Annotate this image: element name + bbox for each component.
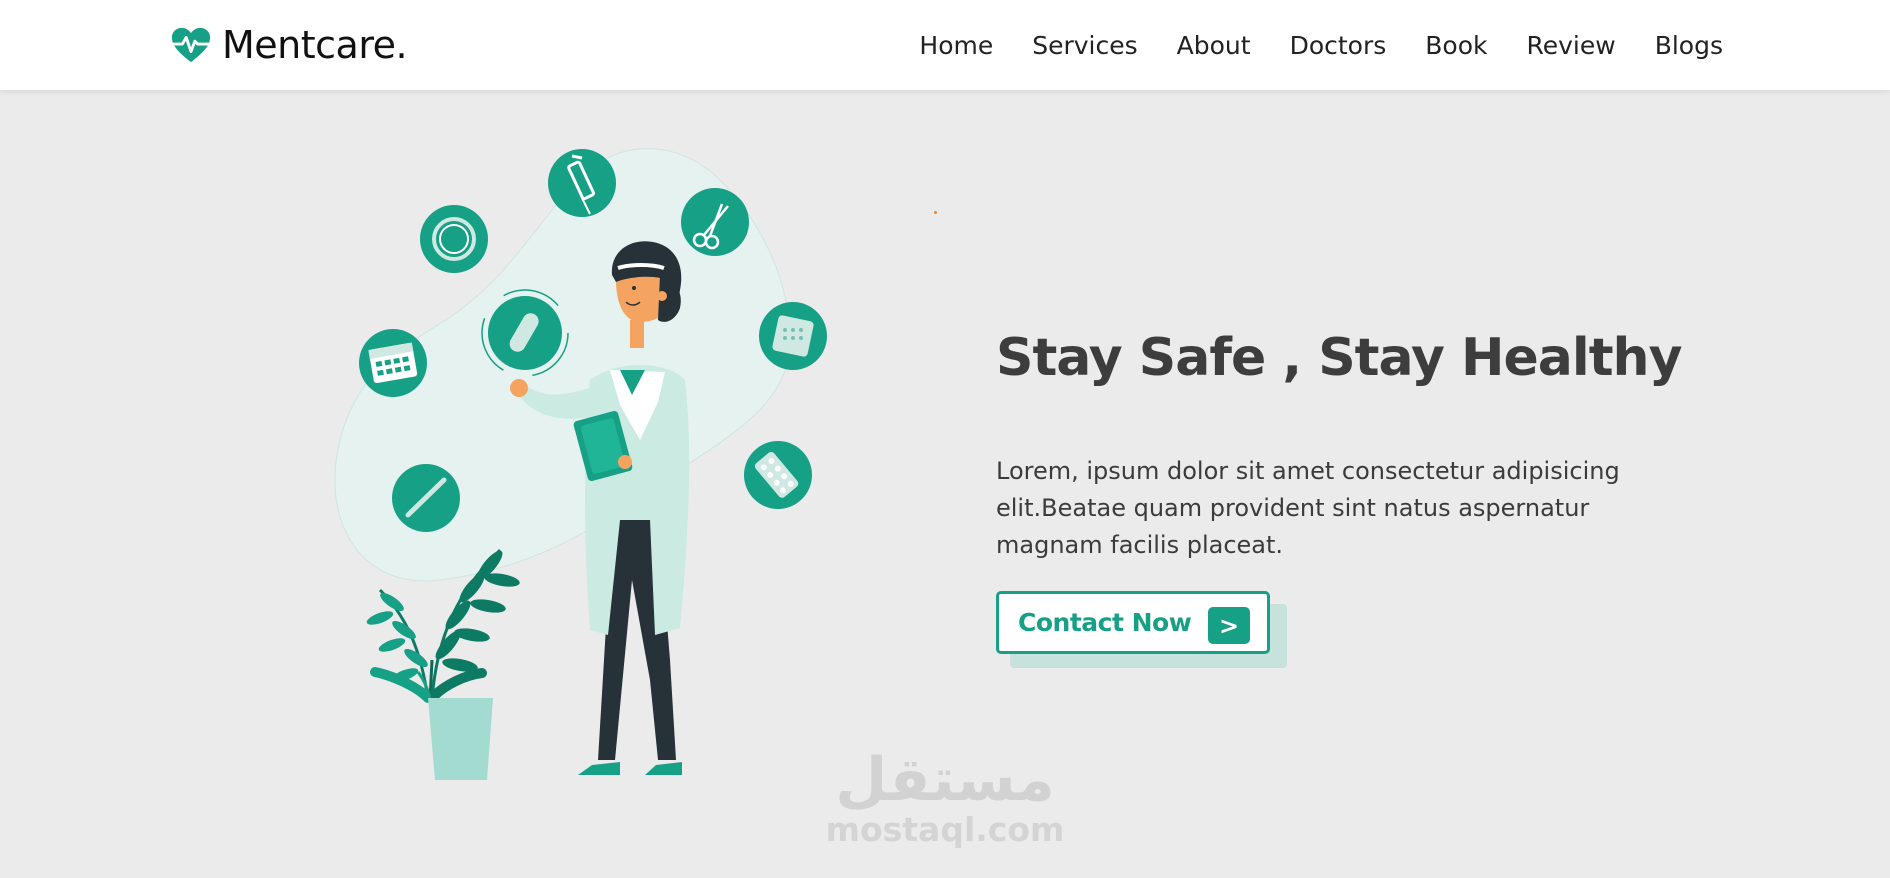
watermark-arabic: مستقل (835, 745, 1055, 815)
heart-pulse-icon (170, 27, 212, 63)
pills-icon (744, 441, 812, 509)
nav-item-services[interactable]: Services (1032, 31, 1137, 60)
brand-name: Mentcare. (222, 23, 408, 67)
site-header: Mentcare. Home Services About Doctors Bo… (0, 0, 1890, 90)
nav-item-about[interactable]: About (1177, 31, 1251, 60)
nav-item-blogs[interactable]: Blogs (1655, 31, 1723, 60)
bandage-icon (759, 302, 827, 370)
contact-now-button[interactable]: Contact Now > (996, 591, 1270, 654)
nav-item-doctors[interactable]: Doctors (1290, 31, 1387, 60)
accent-dot (934, 211, 937, 214)
hero-paragraph: Lorem, ipsum dolor sit amet consectetur … (996, 457, 1620, 559)
nav-item-review[interactable]: Review (1527, 31, 1616, 60)
hero-title: Stay Safe , Stay Healthy (996, 328, 1682, 388)
watermark-latin: mostaql.com (825, 810, 1065, 849)
arrow-right-icon: > (1208, 607, 1250, 644)
thermometer-icon (392, 464, 460, 532)
calendar-icon (359, 329, 427, 397)
main-nav: Home Services About Doctors Book Review … (919, 0, 1723, 90)
scissors-icon (681, 188, 749, 256)
nav-item-home[interactable]: Home (919, 31, 993, 60)
contact-now-label: Contact Now (1018, 608, 1192, 637)
brand-logo[interactable]: Mentcare. (170, 20, 408, 70)
ring-icon (420, 205, 488, 273)
watermark: مستقل mostaql.com (820, 748, 1070, 868)
plant-icon (366, 548, 520, 780)
nav-item-book[interactable]: Book (1425, 31, 1487, 60)
syringe-icon (548, 149, 616, 217)
hero-illustration (334, 148, 827, 780)
